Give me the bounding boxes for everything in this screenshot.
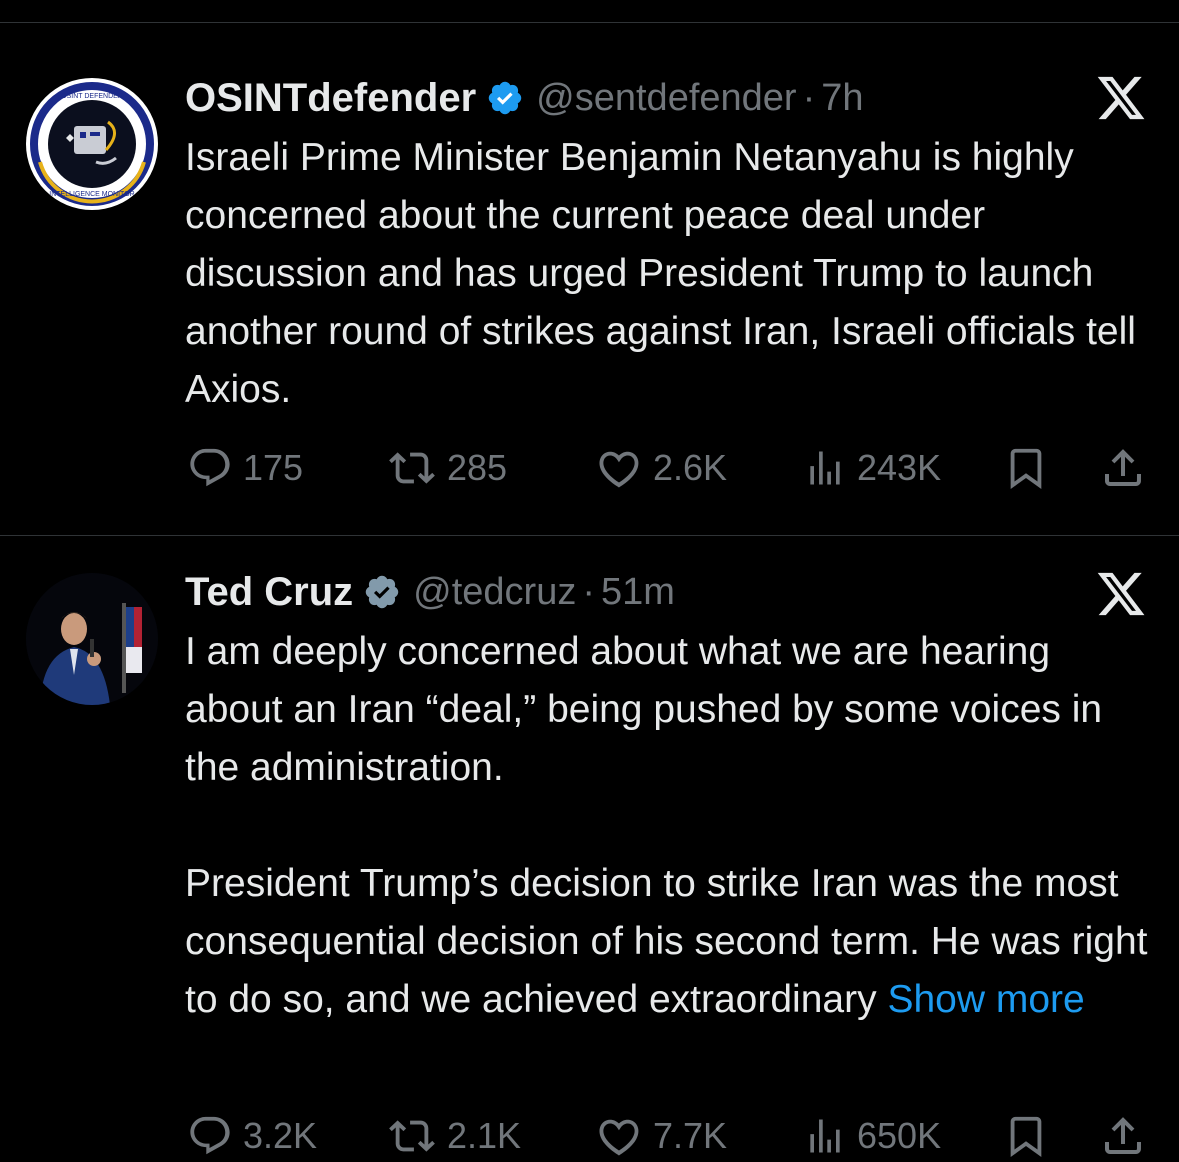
repost-count: 285 [447,447,508,488]
action-bar: 3.2K 2.1K 7.7K 650K [185,1110,1150,1162]
like-button[interactable]: 2.6K [595,442,727,494]
views-count: 243K [857,447,942,488]
reply-icon [187,1113,233,1159]
like-count: 7.7K [653,1115,728,1156]
reply-button[interactable]: 3.2K [187,1110,317,1162]
bookmark-button[interactable] [1003,442,1049,494]
author-name[interactable]: Ted Cruz [185,570,353,615]
avatar-tedcruz[interactable] [26,573,158,705]
tweet-header: OSINTdefender @sentdefender · 7h [185,68,864,128]
views-button[interactable]: 650K [803,1110,941,1162]
views-count: 650K [857,1115,942,1156]
views-button[interactable]: 243K [803,442,941,494]
tweet-paragraph-1: I am deeply concerned about what we are … [185,630,1103,789]
author-handle[interactable]: @tedcruz [413,571,576,614]
verified-badge-icon [363,573,401,611]
tweet-text: Israeli Prime Minister Benjamin Netanyah… [185,136,1136,411]
share-button[interactable] [1099,442,1147,494]
action-bar: 175 285 2.6K 243K [185,442,1150,494]
repost-count: 2.1K [447,1115,522,1156]
tweet-time[interactable]: 51m [601,571,675,614]
bookmark-button[interactable] [1003,1110,1049,1162]
author-handle[interactable]: @sentdefender [536,77,796,120]
reply-count: 175 [243,447,304,488]
views-icon [803,445,847,491]
like-button[interactable]: 7.7K [595,1110,727,1162]
share-icon [1099,444,1147,492]
avatar-text-top: OSINT DEFENDER [61,93,123,100]
x-logo-icon [1095,72,1147,124]
tweet-paragraph-2: President Trump’s decision to strike Ira… [185,855,1155,1029]
repost-icon [387,1113,437,1159]
like-icon [595,445,643,491]
tweet-body: Israeli Prime Minister Benjamin Netanyah… [185,129,1155,419]
separator-dot: · [802,76,816,119]
tweet-divider [0,535,1179,536]
author-name[interactable]: OSINTdefender [185,76,476,121]
verified-badge-icon [486,79,524,117]
views-icon [803,1113,847,1159]
tweet-body: I am deeply concerned about what we are … [185,623,1155,1029]
separator-dot: · [582,570,596,613]
repost-button[interactable]: 285 [387,442,507,494]
avatar-text-bottom: INTELLIGENCE MONITOR [49,191,134,198]
tweet-time[interactable]: 7h [821,77,863,120]
reply-count: 3.2K [243,1115,318,1156]
repost-icon [387,445,437,491]
like-icon [595,1113,643,1159]
avatar-osintdefender[interactable]: OSINT DEFENDER INTELLIGENCE MONITOR [26,78,158,210]
top-divider [0,22,1179,23]
share-button[interactable] [1099,1110,1147,1162]
show-more-link[interactable]: Show more [887,978,1084,1021]
repost-button[interactable]: 2.1K [387,1110,521,1162]
like-count: 2.6K [653,447,728,488]
tweet-header: Ted Cruz @tedcruz · 51m [185,562,675,622]
reply-button[interactable]: 175 [187,442,303,494]
bookmark-icon [1003,1112,1049,1160]
reply-icon [187,445,233,491]
share-icon [1099,1112,1147,1160]
x-logo-icon [1095,568,1147,620]
bookmark-icon [1003,444,1049,492]
